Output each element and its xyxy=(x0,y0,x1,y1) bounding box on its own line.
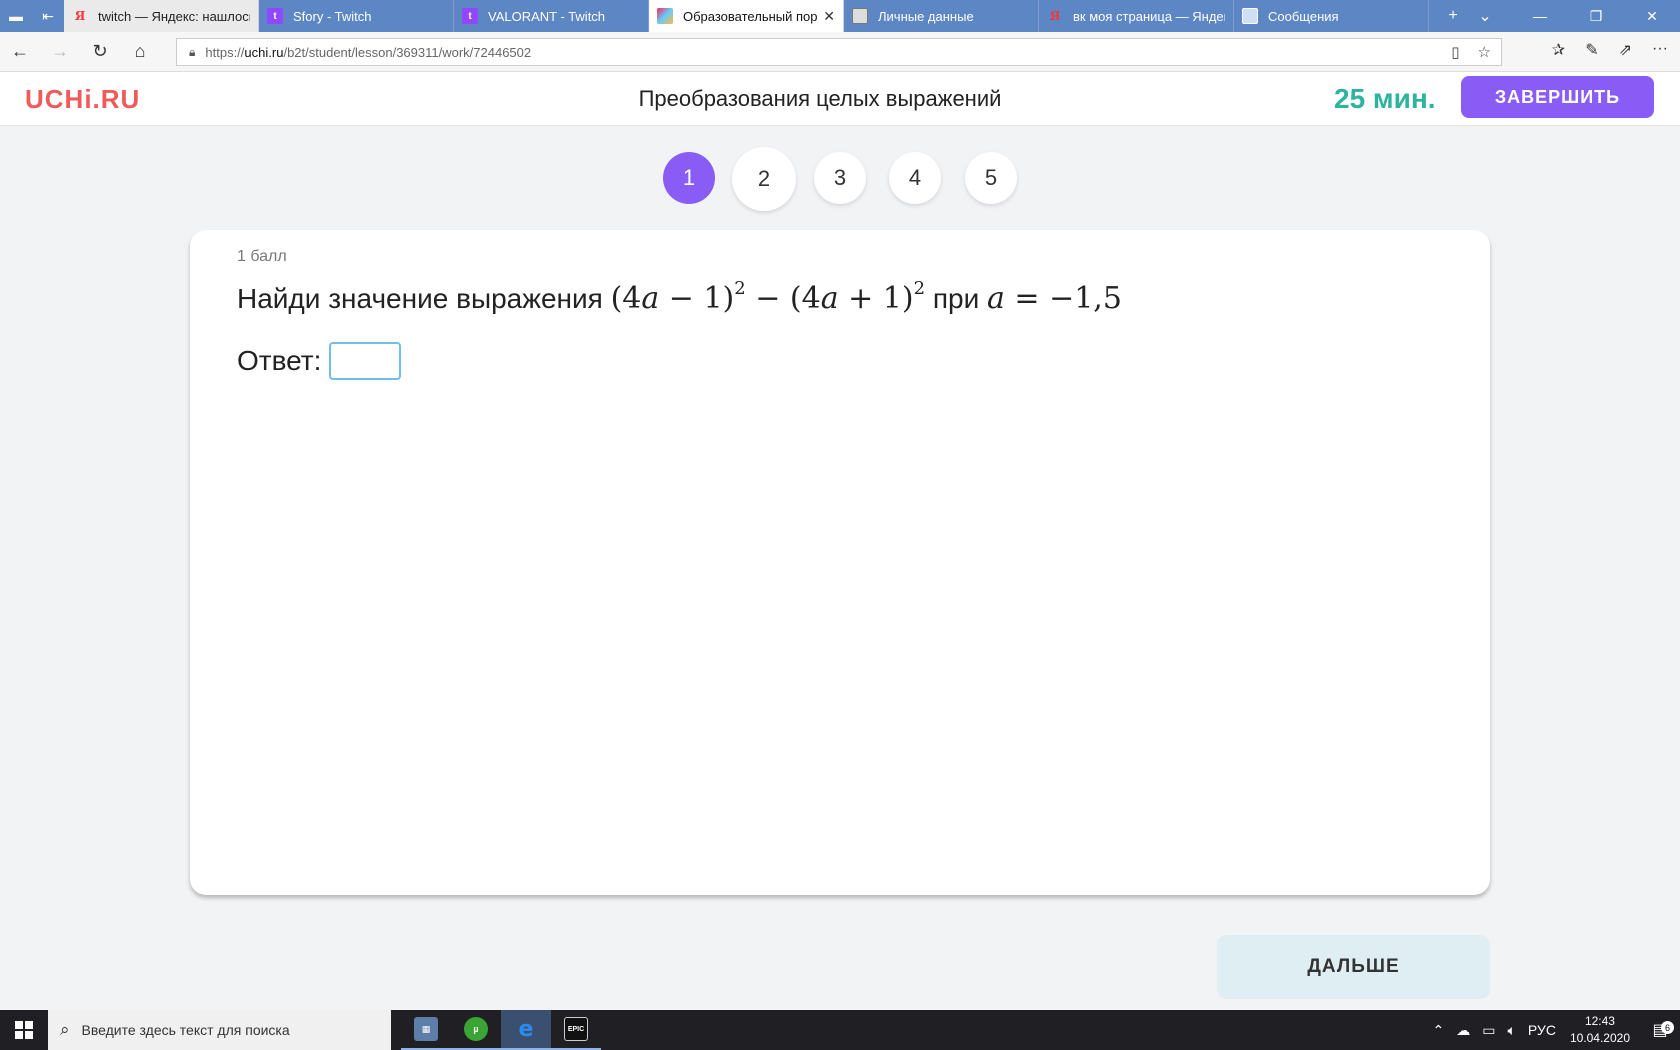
tab-title: вк моя страница — Яндек xyxy=(1073,8,1225,24)
tab-title: Сообщения xyxy=(1268,8,1339,24)
address-bar-row: ← → ↻ ⌂ 🔒︎ https://uchi.ru/b2t/student/l… xyxy=(0,32,1680,72)
search-placeholder: Введите здесь текст для поиска xyxy=(81,1022,290,1038)
site-header: UCHi.RU Преобразования целых выражений 2… xyxy=(0,72,1680,126)
url-host: uchi.ru xyxy=(244,44,284,60)
minimize-icon[interactable]: — xyxy=(1512,8,1568,24)
twitch-icon: t xyxy=(462,8,478,24)
search-icon: ⌕ xyxy=(60,1020,70,1039)
yandex-icon: Я xyxy=(1049,9,1061,23)
reading-view-icon[interactable]: ▯ xyxy=(1451,43,1459,61)
set-aside-tabs-icon[interactable]: ⇤ xyxy=(32,0,64,32)
browser-tools: ✰ ✎ ⇗ ··· xyxy=(1552,40,1668,60)
clock[interactable]: 12:43 10.04.2020 xyxy=(1570,1013,1630,1047)
forward-icon[interactable]: → xyxy=(40,41,80,62)
math-condition: a = −1,5 xyxy=(986,281,1122,316)
browser-tab-active[interactable]: Образовательный пор ✕ xyxy=(649,0,844,32)
url-path: /b2t/student/lesson/369311/work/72446502 xyxy=(283,44,532,60)
share-icon[interactable]: ⇗ xyxy=(1619,40,1632,60)
tab-actions-icon[interactable]: ▬ xyxy=(0,0,32,32)
browser-tab[interactable]: Сообщения xyxy=(1234,0,1429,32)
tab-title: VALORANT - Twitch xyxy=(488,8,606,24)
browser-tab[interactable]: Личные данные xyxy=(844,0,1039,32)
page-4-button[interactable]: 4 xyxy=(889,152,941,204)
home-icon[interactable]: ⌂ xyxy=(120,41,160,62)
tab-title: Личные данные xyxy=(878,8,974,24)
close-tab-icon[interactable]: ✕ xyxy=(823,8,835,25)
notifications-icon[interactable]: ▤ 6 xyxy=(1640,1020,1680,1040)
show-hidden-icons-icon[interactable]: ⌃ xyxy=(1433,1022,1445,1039)
task-question: Найди значение выражения (4a − 1)2 − (4a… xyxy=(237,278,1122,316)
tab-list-icon[interactable]: ⌄ xyxy=(1469,6,1501,26)
windows-taskbar: ⌕ Введите здесь текст для поиска ▦ µ e E… xyxy=(0,1010,1680,1050)
favorites-icon[interactable]: ✰ xyxy=(1552,40,1565,60)
answer-row: Ответ: xyxy=(237,342,402,380)
utorrent-icon: µ xyxy=(464,1017,488,1041)
epic-games-app[interactable]: EPIC xyxy=(551,1010,601,1050)
answer-input[interactable] xyxy=(329,342,402,380)
language-indicator[interactable]: РУС xyxy=(1528,1022,1556,1038)
pen-icon[interactable]: ✎ xyxy=(1585,40,1598,60)
yandex-icon: Я xyxy=(74,9,86,23)
url-prefix: https:// xyxy=(205,44,245,60)
tab-title: twitch — Яндекс: нашлось xyxy=(98,8,250,24)
timer: 25 мин. xyxy=(1334,83,1436,114)
tab-tools: + ⌄ xyxy=(1437,0,1501,32)
browser-tab[interactable]: t VALORANT - Twitch xyxy=(454,0,649,32)
uchi-icon xyxy=(657,8,673,24)
question-joiner: при xyxy=(932,283,980,314)
edge-icon: e xyxy=(518,1016,534,1042)
finish-button[interactable]: ЗАВЕРШИТЬ xyxy=(1461,76,1654,118)
page-2-button[interactable]: 2 xyxy=(732,147,796,211)
epic-games-icon: EPIC xyxy=(564,1017,588,1041)
new-tab-icon[interactable]: + xyxy=(1437,7,1469,25)
vk-messages-icon xyxy=(1242,8,1258,24)
system-tray: ⌃ ☁ ▭ 🔈︎ РУС 12:43 10.04.2020 ▤ 6 xyxy=(1427,1010,1680,1050)
question-pager: 1 2 3 4 5 xyxy=(0,147,1680,212)
question-text: Найди значение выражения xyxy=(237,283,603,314)
clock-time: 12:43 xyxy=(1584,1014,1615,1028)
start-button[interactable] xyxy=(0,1010,48,1050)
tab-title: Sfory - Twitch xyxy=(293,8,372,24)
task-points: 1 балл xyxy=(237,248,287,265)
windows-logo-icon xyxy=(15,1021,33,1039)
utorrent-app[interactable]: µ xyxy=(451,1010,501,1050)
close-window-icon[interactable]: ✕ xyxy=(1624,8,1680,25)
math-expression: (4a − 1)2 − (4a + 1)2 xyxy=(610,278,926,316)
clock-date: 10.04.2020 xyxy=(1569,1031,1630,1045)
page-1-button[interactable]: 1 xyxy=(663,152,715,204)
twitch-icon: t xyxy=(267,8,283,24)
notifications-badge: 6 xyxy=(1661,1021,1674,1034)
window-controls: — ❐ ✕ xyxy=(1512,0,1680,32)
network-error-icon[interactable]: ☁ xyxy=(1456,1022,1470,1039)
next-button[interactable]: ДАЛЬШЕ xyxy=(1217,935,1490,999)
document-icon xyxy=(852,8,868,24)
browser-tab-strip: ▬ ⇤ Я twitch — Яндекс: нашлось t Sfory -… xyxy=(0,0,1680,32)
taskbar-search[interactable]: ⌕ Введите здесь текст для поиска xyxy=(48,1010,391,1050)
volume-icon[interactable]: 🔈︎ xyxy=(1507,1022,1515,1039)
calendar-app-icon: ▦ xyxy=(414,1017,438,1041)
browser-tab[interactable]: t Sfory - Twitch xyxy=(259,0,454,32)
page-3-button[interactable]: 3 xyxy=(814,152,866,204)
url-field[interactable]: 🔒︎ https://uchi.ru/b2t/student/lesson/36… xyxy=(176,38,1502,66)
refresh-icon[interactable]: ↻ xyxy=(80,41,120,62)
restore-icon[interactable]: ❐ xyxy=(1568,8,1624,25)
edge-app[interactable]: e xyxy=(501,1010,551,1050)
task-card: 1 балл Найди значение выражения (4a − 1)… xyxy=(190,230,1490,895)
network-icon[interactable]: ▭ xyxy=(1482,1022,1495,1039)
page-5-button[interactable]: 5 xyxy=(965,152,1017,204)
browser-tab[interactable]: Я twitch — Яндекс: нашлось xyxy=(64,0,259,32)
more-icon[interactable]: ··· xyxy=(1652,40,1668,60)
favorite-star-icon[interactable]: ☆ xyxy=(1478,43,1491,61)
back-icon[interactable]: ← xyxy=(0,41,40,62)
calendar-app[interactable]: ▦ xyxy=(401,1010,451,1050)
answer-label: Ответ: xyxy=(237,345,322,376)
tab-title: Образовательный пор xyxy=(683,8,818,24)
lock-icon: 🔒︎ xyxy=(189,44,196,59)
browser-tab[interactable]: Я вк моя страница — Яндек xyxy=(1039,0,1234,32)
